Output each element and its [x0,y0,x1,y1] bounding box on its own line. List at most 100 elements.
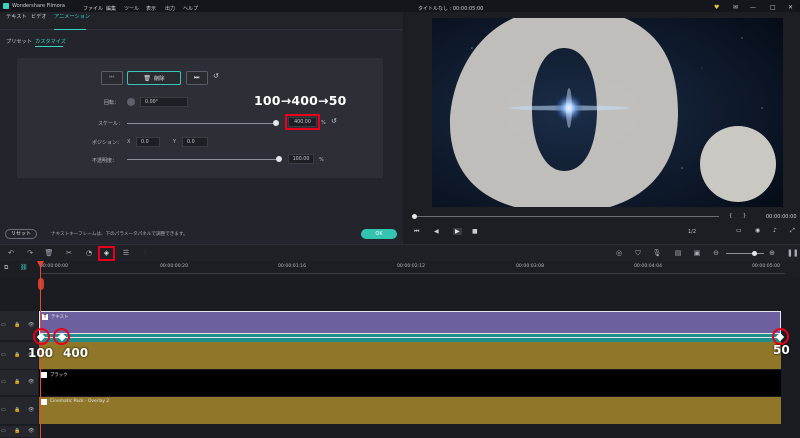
prev-keyframe-icon: ⏮ [109,74,115,81]
tab-animation[interactable]: アニメーション [54,8,90,26]
monitor-icon[interactable]: ▭ [736,227,742,234]
overlay-clip-label: Cinematic Pack - Overlay 2 [50,399,110,404]
position-y-input[interactable]: 0.0 [182,137,208,147]
lock-icon[interactable]: 🔒 [14,322,20,328]
subtab-active-underline [35,46,63,47]
opacity-slider[interactable] [127,159,279,160]
mark-in-icon[interactable]: { [729,213,732,219]
hint-text: ナキストキーフレームは、下のパラメータパネルで調整できます。 [51,232,188,237]
mark-out-icon[interactable]: } [743,213,746,219]
overlay-clip-icon [41,399,47,405]
mic-icon[interactable]: 🎙 [652,245,662,262]
rotation-input[interactable]: 0.00° [140,97,188,107]
playhead-marker [38,278,44,290]
overlay-clip[interactable]: Cinematic Pack - Overlay 2 [39,397,781,424]
trash-icon: 🗑 [143,74,151,82]
rotation-label: 回転： [104,100,120,106]
voiceover-icon[interactable]: ▤ [673,245,683,262]
scale-slider-knob[interactable] [272,120,279,126]
fullscreen-icon[interactable]: ⤢ [790,227,795,235]
reset-keyframe-icon[interactable]: ↺ [213,72,219,80]
panel-tabs: テキスト ビデオ アニメーション [0,12,403,30]
cut-icon[interactable]: ✂ [64,245,74,262]
subtab-preset[interactable]: プリセット [6,38,32,45]
ruler-baseline [40,273,785,274]
delete-icon[interactable]: 🗑 [44,245,54,262]
overlay-clip-upper[interactable] [39,342,781,369]
next-keyframe-button[interactable]: ⏭ [186,71,208,85]
scale-label: スケール： [98,121,124,127]
text-clip[interactable]: T テキスト [39,311,781,334]
rotation-dial[interactable] [127,98,135,106]
track-header-black: ▭ 🔒 👁 [0,370,38,396]
scale-slider[interactable] [127,123,279,124]
frame-back-icon[interactable]: ◀ [434,228,439,235]
zoom-in-icon[interactable]: ⊕ [767,245,777,262]
lock-icon[interactable]: 🔒 [14,352,20,358]
video-preview [432,18,783,207]
shield-icon[interactable]: ⛉ [633,245,643,262]
black-clip[interactable]: ブラック [39,370,781,396]
delete-keyframe-button[interactable]: 🗑 削除 [127,71,181,85]
eye-icon[interactable]: 👁 [28,379,34,385]
tab-video[interactable]: ビデオ [31,8,47,26]
link-icon[interactable]: ⛓ [20,264,28,271]
redo-icon[interactable]: ↷ [25,245,35,262]
snapshot-icon[interactable]: ◉ [755,227,760,234]
playback-ratio[interactable]: 1/2 [688,229,696,235]
ok-button[interactable]: OK [361,229,397,239]
keyframe-lane-line [45,337,780,338]
lock-icon[interactable]: 🔒 [14,428,20,434]
render-icon[interactable]: ◎ [614,245,624,262]
timeline-ruler[interactable]: ⧉ ⛓ 00:00:00:00 00:00:00:20 00:00:01:16 … [0,261,800,278]
position-label: ポジション： [92,140,123,146]
preview-progress-track[interactable] [412,216,719,217]
ruler-time: 00:00:02:12 [397,264,426,269]
eye-icon[interactable]: 👁 [28,322,34,328]
step-back-icon[interactable]: ⏮ [414,228,419,236]
annotation-text: 100→400→50 [254,93,347,108]
tab-text[interactable]: テキスト [6,8,27,26]
opacity-slider-knob[interactable] [276,156,282,162]
play-icon[interactable]: ▶ [453,228,462,235]
ruler-time: 00:00:00:00 [40,264,69,269]
subtitle-icon[interactable]: ▣ [692,245,702,262]
subtab-customize[interactable]: カスタマイズ [35,38,66,45]
pause-bars-icon[interactable]: ❚❚ [787,245,799,262]
eye-icon[interactable]: 👁 [28,428,34,434]
zoom-slider-knob[interactable] [752,251,757,256]
preview-progress-knob[interactable] [412,214,417,219]
audio-wave-icon[interactable]: ⫶ [140,245,150,262]
volume-icon[interactable]: ♪ [773,227,777,234]
ruler-time: 00:00:04:04 [634,264,663,269]
position-x-input[interactable]: 0.0 [136,137,160,147]
eye-icon[interactable]: 👁 [28,407,34,413]
track-type-icon: ▭ [1,379,6,385]
track-header-audio: ▭ 🔒 👁 [0,426,38,438]
zoom-out-icon[interactable]: ⊖ [711,245,721,262]
scale-input[interactable]: 400.00 [288,117,317,127]
adjust-icon[interactable]: ☰ [121,245,131,262]
opacity-unit: % [319,157,324,163]
scale-reset-icon[interactable]: ↺ [331,117,337,125]
lock-icon[interactable]: 🔒 [14,379,20,385]
keyframe-value-1: 100 [28,346,54,360]
keyframe-lane[interactable] [39,334,781,342]
opacity-input[interactable]: 100.00 [288,154,314,164]
reset-button[interactable]: リセット [5,229,37,239]
stop-icon[interactable]: ■ [472,228,478,235]
keyframe-value-3: 50 [773,343,790,357]
keyframe-icon[interactable]: ◈ [101,245,112,262]
keyframe-value-2: 400 [63,346,89,360]
prev-keyframe-button[interactable]: ⏮ [101,71,123,85]
zoom-slider[interactable] [726,253,764,254]
ruler-time: 00:00:03:08 [516,264,545,269]
undo-icon[interactable]: ↶ [6,245,16,262]
lock-icon[interactable]: 🔒 [14,407,20,413]
timeline-toolbar: ↶ ↷ 🗑 ✂ ◔ ◈ ☰ ⫶ ◎ ⛉ 🎙 ▤ ▣ ⊖ ⊕ ❚❚ [0,244,800,261]
add-track-icon[interactable]: ⧉ [4,264,8,272]
position-y-label: Y [173,139,177,145]
speed-icon[interactable]: ◔ [84,245,94,262]
track-type-icon: ▭ [1,322,6,328]
opacity-label: 不透明度： [92,158,118,164]
